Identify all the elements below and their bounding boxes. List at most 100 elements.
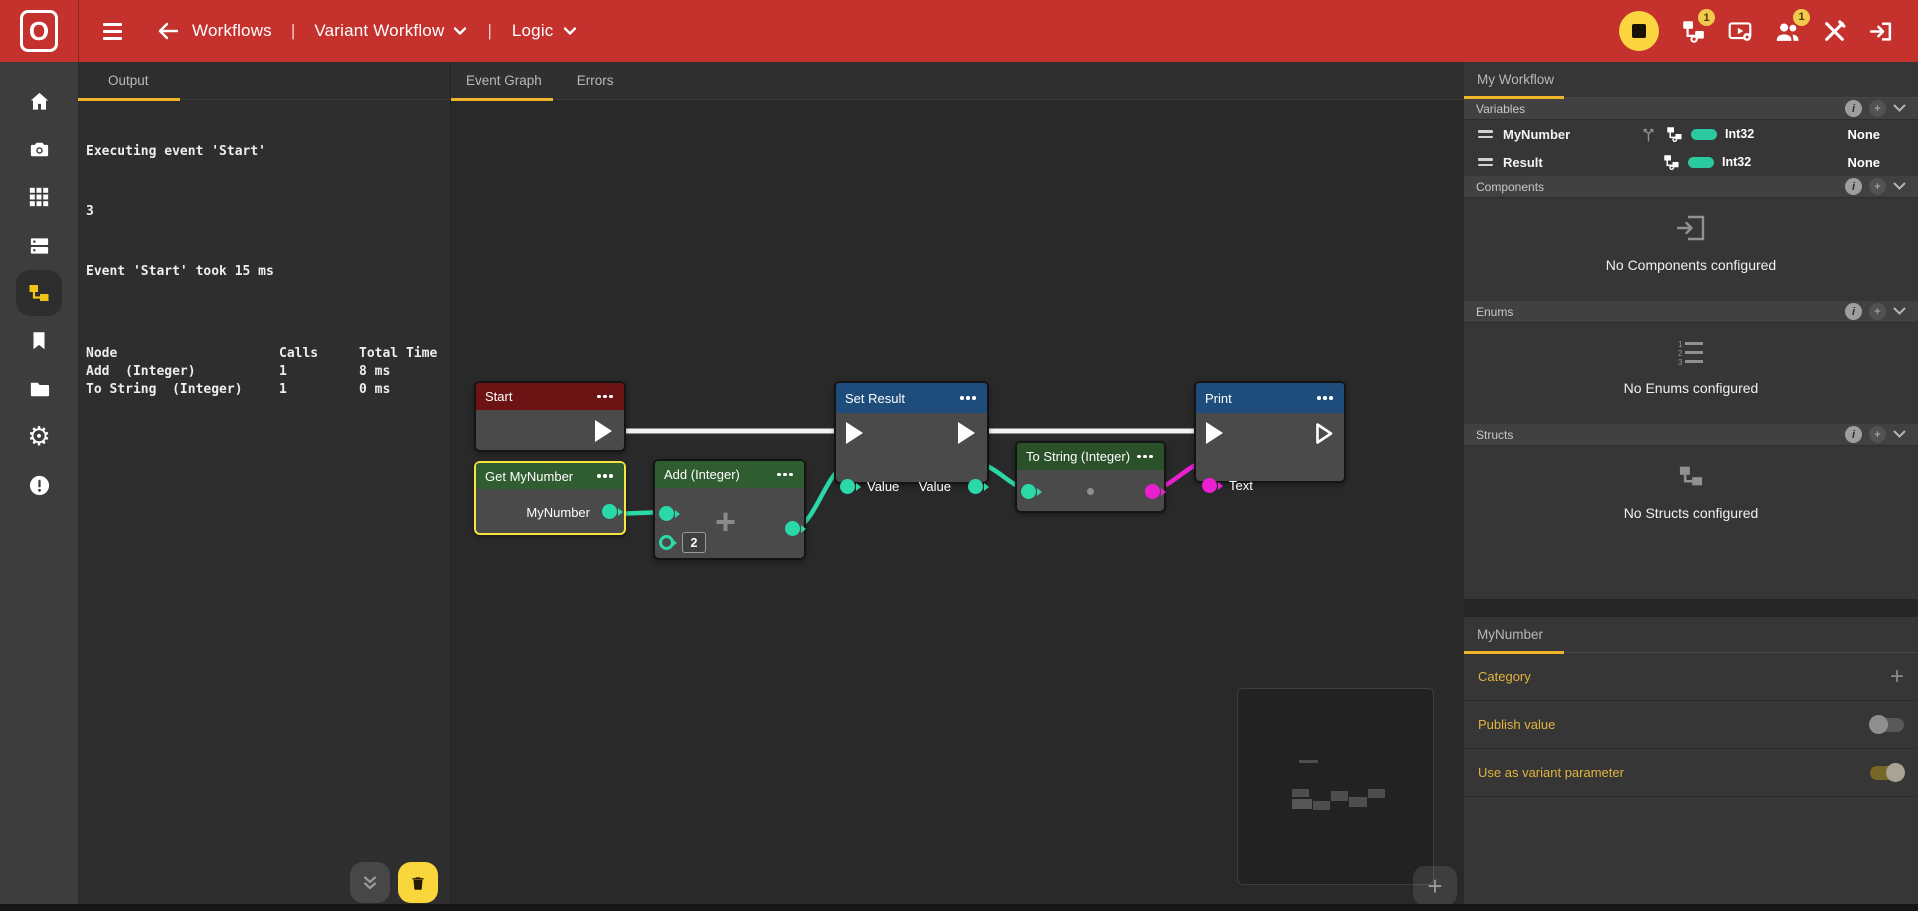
- property-publish-value: Publish value: [1464, 701, 1918, 749]
- zoom-in-button[interactable]: +: [1413, 866, 1457, 906]
- node-canvas[interactable]: Start Get MyNumber MyNumber Add (Integer…: [451, 100, 1465, 911]
- chevron-down-icon[interactable]: [563, 26, 577, 36]
- sidebar-item-settings[interactable]: ⚙: [16, 414, 62, 460]
- variable-row-result[interactable]: Result Int32 None: [1464, 148, 1918, 176]
- tab-my-workflow[interactable]: My Workflow: [1464, 62, 1918, 98]
- nav-sidebar: ⚙: [0, 62, 78, 911]
- value-input[interactable]: 2: [682, 532, 706, 553]
- data-in-port[interactable]: [659, 535, 674, 550]
- collapse-output-button[interactable]: [350, 862, 390, 903]
- sidebar-item-camera[interactable]: [16, 126, 62, 172]
- node-menu-icon[interactable]: [1317, 396, 1335, 400]
- users-icon[interactable]: 1: [1774, 18, 1801, 45]
- data-in-port[interactable]: [840, 479, 855, 494]
- info-icon[interactable]: i: [1845, 100, 1862, 117]
- node-get-mynumber[interactable]: Get MyNumber MyNumber: [474, 461, 626, 535]
- clear-output-button[interactable]: [398, 862, 438, 903]
- node-print[interactable]: Print Text: [1194, 381, 1346, 483]
- exit-icon[interactable]: [1868, 19, 1893, 44]
- stop-button[interactable]: [1619, 11, 1659, 51]
- drag-handle-icon[interactable]: [1478, 158, 1493, 166]
- type-color-pill: [1688, 157, 1714, 168]
- workflow-link-icon[interactable]: 1: [1680, 18, 1706, 44]
- publish-value-toggle[interactable]: [1870, 718, 1904, 732]
- tab-output[interactable]: Output: [78, 62, 149, 99]
- trash-icon: [409, 874, 427, 892]
- chevron-down-icon[interactable]: [453, 26, 467, 36]
- users-badge: 1: [1793, 9, 1810, 26]
- home-icon: [28, 90, 51, 113]
- info-icon[interactable]: i: [1845, 303, 1862, 320]
- node-menu-icon[interactable]: [597, 474, 615, 478]
- node-menu-icon[interactable]: [1137, 455, 1155, 459]
- variable-row-mynumber[interactable]: MyNumber Int32 None: [1464, 120, 1918, 148]
- node-menu-icon[interactable]: [960, 396, 978, 400]
- sidebar-item-devices[interactable]: [16, 222, 62, 268]
- info-icon[interactable]: i: [1845, 178, 1862, 195]
- data-out-port[interactable]: [602, 504, 617, 519]
- video-settings-icon[interactable]: [1727, 18, 1753, 44]
- data-in-port[interactable]: [1202, 478, 1217, 493]
- chevron-down-icon[interactable]: [1893, 182, 1906, 191]
- tab-mynumber-properties[interactable]: MyNumber: [1464, 617, 1918, 653]
- drag-handle-icon[interactable]: [1478, 130, 1493, 138]
- chevron-down-icon[interactable]: [1893, 104, 1906, 113]
- console-line: 3: [86, 204, 442, 219]
- data-out-port[interactable]: [968, 479, 983, 494]
- chevron-down-icon[interactable]: [1893, 430, 1906, 439]
- tab-errors[interactable]: Errors: [542, 62, 614, 99]
- node-set-result[interactable]: Set Result Value Value: [834, 381, 989, 484]
- sidebar-item-alerts[interactable]: [16, 462, 62, 508]
- svg-text:3: 3: [1678, 358, 1683, 367]
- back-arrow-icon[interactable]: [156, 19, 180, 43]
- exec-in-pin[interactable]: [846, 422, 863, 444]
- add-category-button[interactable]: +: [1890, 663, 1904, 691]
- sidebar-item-apps[interactable]: [16, 174, 62, 220]
- logic-selector[interactable]: Logic: [512, 21, 554, 41]
- node-add-integer[interactable]: Add (Integer) 2 +: [653, 459, 806, 560]
- workflow-link-icon: [1662, 153, 1680, 171]
- graph-panel: Event Graph Errors Start Get MyNumber: [450, 62, 1464, 911]
- exec-out-pin[interactable]: [1315, 422, 1334, 445]
- add-struct-icon[interactable]: +: [1869, 426, 1886, 443]
- node-menu-icon[interactable]: [597, 395, 615, 399]
- section-variables[interactable]: Variables i +: [1464, 98, 1918, 120]
- console-line: Event 'Start' took 15 ms: [86, 264, 442, 279]
- section-components[interactable]: Components i +: [1464, 176, 1918, 198]
- sidebar-item-bookmarks[interactable]: [16, 318, 62, 364]
- data-in-port[interactable]: [1021, 484, 1036, 499]
- tools-icon[interactable]: [1822, 19, 1847, 44]
- exec-out-pin[interactable]: [595, 420, 612, 442]
- app-logo[interactable]: O: [0, 0, 79, 62]
- section-enums[interactable]: Enums i +: [1464, 301, 1918, 323]
- chevron-down-icon[interactable]: [1893, 307, 1906, 316]
- node-menu-icon[interactable]: [777, 473, 795, 477]
- node-start[interactable]: Start: [474, 381, 626, 452]
- breadcrumb-divider: |: [487, 21, 491, 41]
- data-out-port[interactable]: [785, 521, 800, 536]
- add-component-icon[interactable]: +: [1869, 178, 1886, 195]
- node-to-string[interactable]: To String (Integer): [1015, 441, 1166, 513]
- minimap[interactable]: [1237, 688, 1434, 885]
- sidebar-item-home[interactable]: [16, 78, 62, 124]
- add-variable-icon[interactable]: +: [1869, 100, 1886, 117]
- data-in-port[interactable]: [659, 506, 674, 521]
- add-enum-icon[interactable]: +: [1869, 303, 1886, 320]
- breadcrumb-divider: |: [291, 21, 295, 41]
- alert-icon: [28, 474, 51, 497]
- sidebar-item-files[interactable]: [16, 366, 62, 412]
- type-color-pill: [1691, 129, 1717, 140]
- breadcrumb-workflows[interactable]: Workflows: [192, 21, 272, 41]
- workflow-selector[interactable]: Variant Workflow: [314, 21, 444, 41]
- tab-event-graph[interactable]: Event Graph: [451, 62, 542, 99]
- exec-out-pin[interactable]: [958, 422, 975, 444]
- publish-badge: 1: [1698, 9, 1715, 26]
- section-structs[interactable]: Structs i +: [1464, 424, 1918, 446]
- info-icon[interactable]: i: [1845, 426, 1862, 443]
- exec-in-pin[interactable]: [1206, 422, 1223, 444]
- sidebar-item-workflows[interactable]: [16, 270, 62, 316]
- variant-parameter-toggle[interactable]: [1870, 766, 1904, 780]
- data-out-port[interactable]: [1145, 484, 1160, 499]
- menu-icon[interactable]: [103, 23, 122, 40]
- folder-icon: [28, 378, 51, 401]
